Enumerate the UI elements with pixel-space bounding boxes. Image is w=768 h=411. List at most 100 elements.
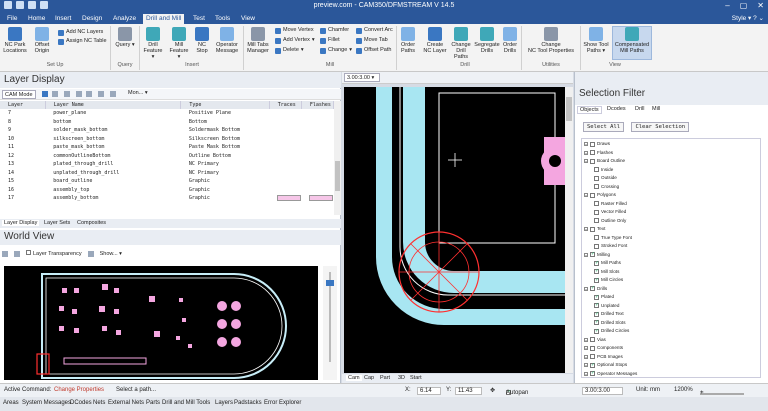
expand-icon[interactable]: − [584,337,588,342]
create-nc-layer-button[interactable]: Create NC Layer [423,27,447,54]
main-cam-canvas[interactable] [344,87,569,373]
filter-checkbox[interactable] [590,141,595,147]
order-drills-button[interactable]: Order Drills [501,27,519,54]
tab-3d[interactable]: 3D [398,375,405,381]
layer-save-icon[interactable] [42,91,48,97]
filter-item[interactable]: Raster Filled [594,201,627,207]
table-row[interactable]: 12 commonOutlineBottom Outline Bottom [0,152,334,161]
table-row[interactable]: 16 assembly_top Graphic [0,186,334,195]
layer-table-scrollbar[interactable] [334,101,341,215]
order-paths-button[interactable]: Order Paths [398,27,418,54]
filter-checkbox[interactable] [594,218,599,223]
query-button[interactable]: Query ▾ [114,27,136,48]
filter-item[interactable]: Drilled Circles [594,328,629,334]
filter-item[interactable]: Mill Paths [594,260,621,266]
move-vertex-button[interactable]: Move Vertex [275,27,314,34]
col-layer[interactable]: Layer [0,101,46,109]
filter-checkbox[interactable] [594,184,599,189]
select-all-button[interactable]: Select All [583,122,625,132]
tab-tools[interactable]: Tools [212,14,233,24]
fillet-button[interactable]: Fillet [320,37,340,44]
layer-filter-icon[interactable] [64,91,70,97]
filter-checkbox[interactable] [594,277,599,283]
grid-select[interactable]: 3.00:3.00 ▾ [344,73,380,82]
layer-settings-icon[interactable] [110,91,116,97]
tab-layer-display[interactable]: Layer Display [2,220,40,226]
col-layer-name[interactable]: Layer Name [45,101,182,109]
filter-item[interactable]: − Drills [584,285,607,292]
tab-external-nets[interactable]: External Nets [108,400,144,406]
table-row[interactable]: 9 solder_mask_bottom Soldermask Bottom [0,126,334,135]
show-tool-paths-button[interactable]: Show Tool Paths ▾ [582,27,610,54]
filter-checkbox[interactable] [594,209,599,215]
tab-drill-and-mill[interactable]: Drill and Mill [143,14,185,24]
traces-color-swatch[interactable] [277,195,302,201]
layer-transparency-checkbox[interactable] [26,250,31,255]
expand-icon[interactable]: − [584,354,588,359]
filter-item[interactable]: Crossing [594,184,619,190]
filter-checkbox[interactable] [594,328,599,334]
unit-display[interactable]: Unit: mm [636,387,660,393]
col-flashes[interactable]: Flashes [301,101,335,109]
filter-item[interactable]: Vector Filled [594,209,626,215]
expand-icon[interactable]: − [584,193,588,198]
table-row[interactable]: 7 power_plane Positive Plane [0,109,334,118]
tab-dcodes[interactable]: Dcodes [607,106,626,112]
filter-checkbox[interactable] [594,167,599,172]
clear-selection-button[interactable]: Clear Selection [631,122,690,132]
layer-down-icon[interactable] [86,91,92,97]
col-type[interactable]: Type [180,101,270,109]
drill-feature-button[interactable]: Drill Feature ▾ [142,27,164,60]
filter-item[interactable]: − Flashes [584,150,613,156]
expand-icon[interactable]: − [584,142,588,147]
offset-origin-button[interactable]: Offset Origin [30,27,54,54]
tab-insert[interactable]: Insert [52,14,74,24]
convert-arc-button[interactable]: Convert Arc [356,27,393,34]
change-nc-tool-properties-button[interactable]: Change NC Tool Properties [523,27,579,54]
filter-item[interactable]: − Polygons [584,192,616,198]
operator-message-button[interactable]: Operator Message [213,27,241,54]
filter-checkbox[interactable] [590,345,595,351]
tab-system-messages[interactable]: System Messages [22,400,71,406]
tab-drill[interactable]: Drill [635,106,644,112]
world-view-refresh-icon[interactable] [14,250,20,257]
table-row[interactable]: 13 plated_through_drill NC Primary [0,160,334,169]
expand-icon[interactable]: − [584,159,588,164]
filter-item[interactable]: − Milling [584,251,610,258]
show-dropdown[interactable]: Show... ▾ [100,251,122,257]
filter-item[interactable]: Stroked Font [594,243,627,249]
add-nc-layers-button[interactable]: Add NC Layers [58,29,103,36]
table-row[interactable]: 8 bottom Bottom [0,118,334,127]
tab-view[interactable]: View [238,14,258,24]
status-grid-field[interactable]: 3.00:3.00 [582,387,624,395]
tab-drill-and-mill-tools[interactable]: Drill and Mill Tools [162,400,210,406]
tab-error-explorer[interactable]: Error Explorer [264,400,301,406]
tab-cap[interactable]: Cap [364,375,374,381]
filter-item[interactable]: − Optional Stops [584,362,627,368]
tab-composites[interactable]: Composites [77,220,106,226]
scrollbar-thumb[interactable] [335,161,340,191]
tab-start[interactable]: Start [410,375,422,381]
filter-checkbox[interactable] [594,311,599,317]
table-row[interactable]: 17 assembly_bottom Graphic [0,194,334,203]
nc-park-locations-button[interactable]: NC Park Locations [3,27,27,54]
layer-color-icon[interactable] [98,91,104,97]
tab-design[interactable]: Design [79,14,105,24]
filter-checkbox[interactable] [590,192,595,198]
expand-icon[interactable]: − [584,346,588,351]
add-vertex-button[interactable]: Add Vertex ▾ [275,37,315,44]
filter-checkbox[interactable] [594,175,599,181]
filter-item[interactable]: Unplated [594,302,619,309]
tab-layer-sets[interactable]: Layer Sets [44,220,70,226]
tab-analyze[interactable]: Analyze [110,14,139,24]
filter-item[interactable]: − PCB Images [584,354,623,360]
world-view-zoom-slider[interactable] [323,266,337,380]
world-view-canvas[interactable] [4,266,318,380]
filter-checkbox[interactable] [594,235,599,240]
filter-item[interactable]: Inside [594,167,613,173]
x-coord-field[interactable]: 6.14 [417,387,441,395]
tab-padstacks[interactable]: Padstacks [234,400,262,406]
filter-checkbox[interactable] [594,319,599,325]
filter-item[interactable]: − Text [584,226,605,232]
assign-nc-table-button[interactable]: Assign NC Table [58,38,107,45]
